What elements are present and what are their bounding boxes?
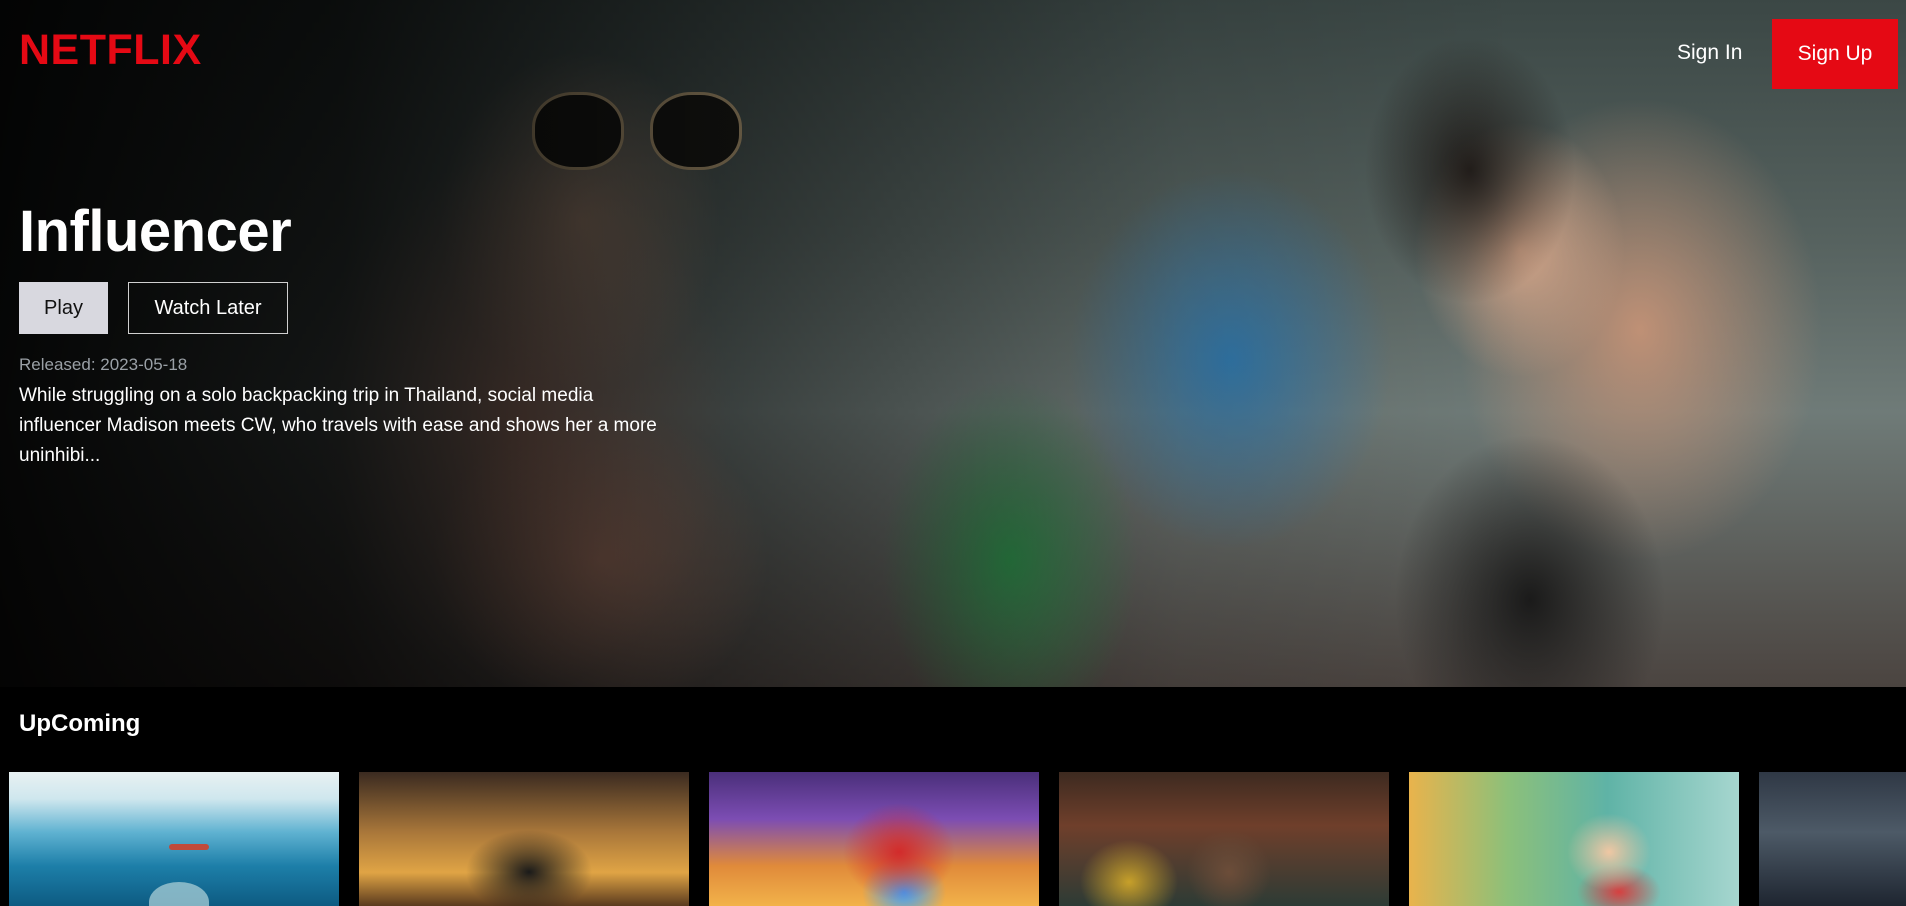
movie-thumbnail — [1409, 772, 1739, 906]
movie-thumbnail — [1059, 772, 1389, 906]
play-button[interactable]: Play — [19, 282, 108, 334]
movie-thumbnail — [709, 772, 1039, 906]
movie-card[interactable] — [1059, 772, 1389, 906]
watch-later-button[interactable]: Watch Later — [128, 282, 288, 334]
release-date: Released: 2023-05-18 — [19, 355, 188, 374]
netflix-home-page: NETFLIX Sign In Sign Up Influencer Play … — [0, 0, 1906, 906]
movie-card[interactable] — [359, 772, 689, 906]
hero-overview: While struggling on a solo backpacking t… — [19, 385, 657, 466]
hero-banner — [0, 0, 1906, 687]
upcoming-section-title: UpComing — [19, 710, 141, 737]
shark-shape — [149, 882, 209, 906]
movie-card[interactable] — [1759, 772, 1906, 906]
hero-title: Influencer — [19, 199, 292, 264]
movie-card[interactable] — [709, 772, 1039, 906]
movie-thumbnail — [9, 772, 339, 906]
swimmer-shape — [169, 844, 209, 850]
hero-gradient-overlay — [0, 0, 1906, 687]
movie-thumbnail — [1759, 772, 1906, 906]
sign-in-link[interactable]: Sign In — [1677, 41, 1742, 65]
netflix-logo[interactable]: NETFLIX — [19, 26, 202, 75]
movie-card[interactable] — [1409, 772, 1739, 906]
movie-thumbnail — [359, 772, 689, 906]
movie-card[interactable] — [9, 772, 339, 906]
sign-up-button[interactable]: Sign Up — [1772, 19, 1898, 89]
upcoming-row — [9, 772, 1906, 906]
